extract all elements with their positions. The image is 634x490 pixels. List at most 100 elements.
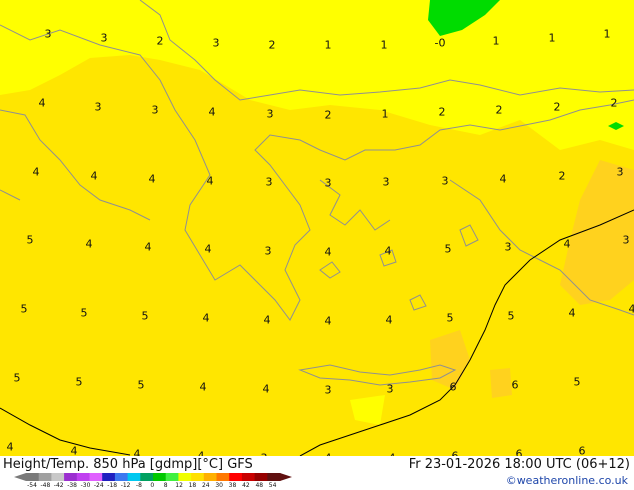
temperature-label: 1 bbox=[381, 107, 389, 121]
scale-tick-label: 54 bbox=[268, 482, 277, 489]
temperature-label: 5 bbox=[75, 375, 83, 389]
temperature-label: 4 bbox=[202, 311, 210, 325]
temperature-label: 4 bbox=[204, 242, 212, 256]
map-footer: Height/Temp. 850 hPa [gdmp][°C] GFS Fr 2… bbox=[0, 456, 634, 490]
temperature-label: 5 bbox=[20, 302, 28, 316]
scale-swatch bbox=[191, 473, 205, 481]
temperature-label: 4 bbox=[206, 174, 214, 188]
scale-swatch bbox=[229, 473, 243, 481]
temperature-label: 3 bbox=[324, 176, 332, 190]
temperature-label: 4 bbox=[133, 447, 141, 457]
temperature-label: 5 bbox=[141, 309, 149, 323]
temperature-label: 4 bbox=[628, 302, 634, 316]
temperature-label: 4 bbox=[90, 169, 98, 183]
valid-datetime: Fr 23-01-2026 18:00 UTC (06+12) bbox=[408, 457, 630, 472]
temperature-label: 5 bbox=[507, 309, 515, 323]
temperature-label: 4 bbox=[32, 165, 40, 179]
scale-swatch bbox=[241, 473, 256, 481]
temperature-label: 6 bbox=[449, 380, 457, 394]
temperature-label: 4 bbox=[324, 245, 332, 259]
temperature-label: 4 bbox=[324, 314, 332, 328]
temperature-label: 4 bbox=[199, 380, 207, 394]
temperature-label: 1 bbox=[492, 34, 500, 48]
temperature-labels: 3 3 2 3 2 1 1 -0 1 1 1 4 3 3 4 3 2 1 2 2 2 2 4 4 4 4 3 3 3 3 4 2 3 5 4 4 4 3 4… bbox=[0, 0, 634, 457]
temperature-label: 5 bbox=[13, 371, 21, 385]
scale-swatch bbox=[51, 473, 65, 481]
credit-link[interactable]: ©weatheronline.co.uk bbox=[506, 474, 628, 487]
scale-tick-label: -8 bbox=[135, 482, 142, 489]
temperature-label: 4 bbox=[563, 237, 571, 251]
weather-map-page: 3 3 2 3 2 1 1 -0 1 1 1 4 3 3 4 3 2 1 2 2 2 2 4 4 4 4 3 3 3 3 4 2 3 5 4 4 4 3 4… bbox=[0, 0, 634, 490]
scale-swatch bbox=[64, 473, 78, 481]
temperature-label: 2 bbox=[438, 105, 446, 119]
scale-swatch bbox=[216, 473, 230, 481]
temperature-label: 4 bbox=[262, 382, 270, 396]
temperature-label: 2 bbox=[156, 34, 164, 48]
scale-swatch bbox=[38, 473, 52, 481]
scale-swatch bbox=[102, 473, 116, 481]
temperature-label: 3 bbox=[151, 103, 159, 117]
temperature-label: 5 bbox=[80, 306, 88, 320]
scale-tick-label: 0 bbox=[150, 482, 155, 489]
scale-tick-label: -30 bbox=[80, 482, 91, 489]
temperature-label: 2 bbox=[610, 96, 618, 110]
temperature-label: 3 bbox=[504, 240, 512, 254]
scale-tick-label: -54 bbox=[27, 482, 37, 489]
map-panel: 3 3 2 3 2 1 1 -0 1 1 1 4 3 3 4 3 2 1 2 2 2 2 4 4 4 4 3 3 3 3 4 2 3 5 4 4 4 3 4… bbox=[0, 0, 634, 456]
temperature-label: 6 bbox=[515, 447, 523, 457]
scale-tick-label: -18 bbox=[107, 482, 118, 489]
scale-swatch bbox=[267, 473, 281, 481]
scale-swatch bbox=[114, 473, 129, 481]
temperature-label: 4 bbox=[385, 313, 393, 327]
scale-swatch bbox=[89, 473, 103, 481]
temperature-label: 4 bbox=[85, 237, 93, 251]
scale-swatch bbox=[127, 473, 141, 481]
scale-swatch bbox=[178, 473, 192, 481]
temperature-label: 4 bbox=[499, 172, 507, 186]
temperature-label: 1 bbox=[603, 27, 611, 41]
temperature-label: 3 bbox=[94, 100, 102, 114]
temperature-label: 6 bbox=[511, 378, 519, 392]
temperature-label: 3 bbox=[622, 233, 630, 247]
scale-tick-label: -12 bbox=[120, 482, 131, 489]
temperature-label: 3 bbox=[386, 382, 394, 396]
temperature-label: 5 bbox=[26, 233, 34, 247]
temperature-label: 4 bbox=[263, 313, 271, 327]
temperature-label: 3 bbox=[100, 31, 108, 45]
temperature-label: 3 bbox=[265, 175, 273, 189]
temperature-label: 3 bbox=[266, 107, 274, 121]
scale-tick-label: -24 bbox=[93, 482, 104, 489]
scale-swatch bbox=[165, 473, 179, 481]
scale-swatch bbox=[140, 473, 154, 481]
temperature-label: 4 bbox=[148, 172, 156, 186]
temperature-label: 1 bbox=[380, 38, 388, 52]
scale-arrow-left bbox=[14, 473, 26, 481]
temperature-label: 5 bbox=[444, 242, 452, 256]
temperature-label: 1 bbox=[548, 31, 556, 45]
temperature-label: 3 bbox=[441, 174, 449, 188]
temperature-label: 5 bbox=[446, 311, 454, 325]
temperature-label: 5 bbox=[573, 375, 581, 389]
temperature-label: 4 bbox=[568, 306, 576, 320]
temperature-label: 2 bbox=[495, 103, 503, 117]
scale-tick-label: 24 bbox=[201, 482, 210, 489]
scale-swatch bbox=[153, 473, 167, 481]
temperature-label: 4 bbox=[144, 240, 152, 254]
temperature-label: 1 bbox=[324, 38, 332, 52]
scale-tick-label: -48 bbox=[40, 482, 51, 489]
temperature-label: 3 bbox=[212, 36, 220, 50]
color-scale-ticks: -54 -48 -42 -38 -30 -24 -18 -12 -8 0 8 12 18 24 30 38 42… bbox=[0, 483, 300, 490]
temperature-label: 4 bbox=[208, 105, 216, 119]
temperature-label: 2 bbox=[324, 108, 332, 122]
temperature-label: 3 bbox=[382, 175, 390, 189]
temperature-label: 3 bbox=[44, 27, 52, 41]
scale-swatch bbox=[26, 473, 40, 481]
temperature-label: 2 bbox=[558, 169, 566, 183]
temperature-label: 5 bbox=[137, 378, 145, 392]
temperature-label: 2 bbox=[553, 100, 561, 114]
scale-tick-label: 12 bbox=[175, 482, 183, 489]
temperature-label: 6 bbox=[578, 444, 586, 457]
temperature-label: 4 bbox=[70, 444, 78, 457]
scale-tick-label: 18 bbox=[188, 482, 197, 489]
temperature-label: -0 bbox=[434, 36, 446, 50]
